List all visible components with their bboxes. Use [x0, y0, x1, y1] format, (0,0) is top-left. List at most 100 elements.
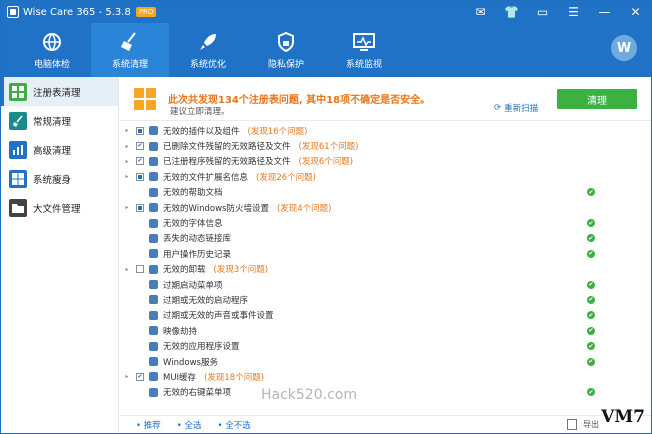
- item-icon: [149, 341, 158, 351]
- folder-icon: [9, 198, 27, 217]
- summary-sub: 建议立即清理。: [170, 107, 230, 117]
- nav-label: 系统优化: [189, 59, 226, 70]
- item-label: 无效的字体信息: [163, 219, 223, 230]
- registry-large-icon: [134, 87, 156, 110]
- recommend-link[interactable]: 推荐: [136, 419, 161, 431]
- item-icon: [149, 218, 158, 228]
- expand-arrow-icon[interactable]: ▸: [123, 127, 131, 134]
- minimize-icon[interactable]: —: [589, 1, 620, 23]
- item-label: 无效的卸载: [163, 265, 206, 276]
- select-none-link[interactable]: 全不选: [217, 419, 251, 431]
- item-label: 无效的文件扩展名信息: [163, 172, 249, 183]
- list-item: 无效的字体信息 ✔: [120, 215, 651, 230]
- item-checkbox[interactable]: [136, 265, 144, 274]
- item-icon: [149, 203, 158, 213]
- ok-check-icon: ✔: [587, 295, 595, 304]
- item-icon: [149, 295, 158, 305]
- nav-monitor[interactable]: 系统监视: [325, 23, 403, 77]
- list-item[interactable]: ▸ 无效的文件扩展名信息 (发现26个问题): [120, 169, 651, 184]
- theme-icon[interactable]: ▭: [527, 1, 558, 23]
- list-item[interactable]: ▸ ✔ 已注册程序残留的无效路径及文件 (发现6个问题): [120, 154, 651, 169]
- mail-icon[interactable]: ✉: [465, 1, 496, 23]
- item-checkbox[interactable]: ✔: [136, 157, 144, 166]
- list-item[interactable]: ▸ 无效的卸载 (发现3个问题): [120, 262, 651, 277]
- list-item: Windows服务 ✔: [120, 354, 651, 369]
- sidebar-item-registry[interactable]: 注册表清理: [1, 77, 118, 106]
- close-icon[interactable]: ✕: [620, 1, 651, 23]
- watermark: Hack520.com: [261, 387, 357, 403]
- item-label: 过期或无效的启动程序: [163, 295, 249, 306]
- sidebar-item-common-clean[interactable]: 常规清理: [1, 106, 118, 135]
- rescan-label: 重新扫描: [504, 104, 539, 114]
- item-icon: [149, 141, 158, 151]
- item-label: 过期或无效的声音或事件设置: [163, 311, 274, 322]
- main-panel: 此次共发现134个注册表问题, 其中18项不确定是否安全。 建议立即清理。 ⟳ …: [120, 77, 651, 433]
- item-label: 已删除文件残留的无效路径及文件: [163, 142, 291, 153]
- item-found-count: (发现4个问题): [276, 203, 332, 214]
- export-label[interactable]: 导出: [583, 419, 599, 430]
- item-icon: [149, 326, 158, 336]
- item-icon: [149, 310, 158, 320]
- user-avatar[interactable]: W: [611, 35, 637, 61]
- list-item: 无效的帮助文档 ✔: [120, 185, 651, 200]
- item-icon: [149, 172, 158, 182]
- sidebar-item-label: 系统瘦身: [33, 174, 72, 186]
- sidebar-item-large-files[interactable]: 大文件管理: [1, 193, 118, 222]
- item-label: 无效的应用程序设置: [163, 342, 240, 353]
- ok-check-icon: ✔: [587, 326, 595, 335]
- expand-arrow-icon[interactable]: ▸: [123, 266, 131, 273]
- registry-icon: [9, 82, 27, 101]
- item-checkbox[interactable]: [136, 203, 144, 212]
- nav-label: 隐私保护: [267, 59, 304, 70]
- expand-arrow-icon[interactable]: ▸: [123, 173, 131, 180]
- nav-system-clean[interactable]: 系统清理: [91, 23, 169, 77]
- expand-arrow-icon[interactable]: ▸: [123, 143, 131, 150]
- list-item: 过期或无效的启动程序 ✔: [120, 292, 651, 307]
- list-item[interactable]: ▸ 无效的Windows防火墙设置 (发现4个问题): [120, 200, 651, 215]
- item-label: 无效的插件以及组件: [163, 126, 240, 137]
- sidebar-item-slimming[interactable]: 系统瘦身: [1, 164, 118, 193]
- pro-badge: PRO: [135, 7, 157, 17]
- item-checkbox[interactable]: ✔: [136, 142, 144, 151]
- select-all-link[interactable]: 全选: [177, 419, 201, 431]
- list-item: 用户操作历史记录 ✔: [120, 246, 651, 261]
- summary-message: 此次共发现134个注册表问题, 其中18项不确定是否安全。: [168, 95, 431, 106]
- item-label: MUI缓存: [163, 372, 197, 383]
- shirt-icon[interactable]: 👕: [496, 1, 527, 23]
- list-item[interactable]: ▸ 无效的插件以及组件 (发现16个问题): [120, 123, 651, 138]
- chart-icon: [9, 140, 27, 159]
- nav-label: 系统监视: [345, 59, 382, 70]
- expand-arrow-icon[interactable]: ▸: [123, 204, 131, 211]
- item-checkbox[interactable]: [136, 172, 144, 181]
- sidebar-item-label: 注册表清理: [33, 87, 81, 99]
- menu-icon[interactable]: ☰: [558, 1, 589, 23]
- rocket-icon: [198, 31, 218, 53]
- item-found-count: (发现26个问题): [256, 172, 316, 183]
- item-checkbox[interactable]: ✔: [136, 372, 144, 381]
- item-label: 无效的右键菜单项: [163, 388, 232, 399]
- clean-button[interactable]: 清理: [557, 89, 637, 109]
- item-found-count: (发现18个问题): [204, 372, 265, 383]
- expand-arrow-icon[interactable]: ▸: [123, 158, 131, 165]
- list-item: 映像劫持 ✔: [120, 323, 651, 338]
- list-item[interactable]: ▸ ✔ MUI缓存 (发现18个问题): [120, 369, 651, 384]
- nav-optimize[interactable]: 系统优化: [169, 23, 247, 77]
- item-checkbox[interactable]: [136, 126, 144, 135]
- title-bar[interactable]: Wise Care 365 - 5.3.8 PRO ✉ 👕 ▭ ☰ — ✕: [1, 1, 651, 23]
- refresh-icon: ⟳: [494, 103, 502, 113]
- nav-label: 电脑体检: [33, 59, 70, 70]
- sidebar-item-advanced-clean[interactable]: 高级清理: [1, 135, 118, 164]
- rescan-link[interactable]: ⟳ 重新扫描: [494, 102, 538, 114]
- ok-check-icon: ✔: [587, 219, 595, 228]
- item-label: 无效的帮助文档: [163, 188, 223, 199]
- list-item: 过期或无效的声音或事件设置 ✔: [120, 308, 651, 323]
- nav-privacy[interactable]: 隐私保护: [247, 23, 325, 77]
- expand-arrow-icon[interactable]: ▸: [123, 373, 131, 380]
- list-item[interactable]: ▸ ✔ 已删除文件残留的无效路径及文件 (发现61个问题): [120, 138, 651, 153]
- sidebar-item-label: 高级清理: [33, 145, 72, 157]
- item-label: 用户操作历史记录: [163, 249, 232, 260]
- list-item: 过期启动菜单项 ✔: [120, 277, 651, 292]
- sidebar: 注册表清理 常规清理 高级清理 系统瘦身 大文件管理: [1, 77, 119, 433]
- export-icon[interactable]: [567, 419, 577, 430]
- nav-checkup[interactable]: 电脑体检: [13, 23, 91, 77]
